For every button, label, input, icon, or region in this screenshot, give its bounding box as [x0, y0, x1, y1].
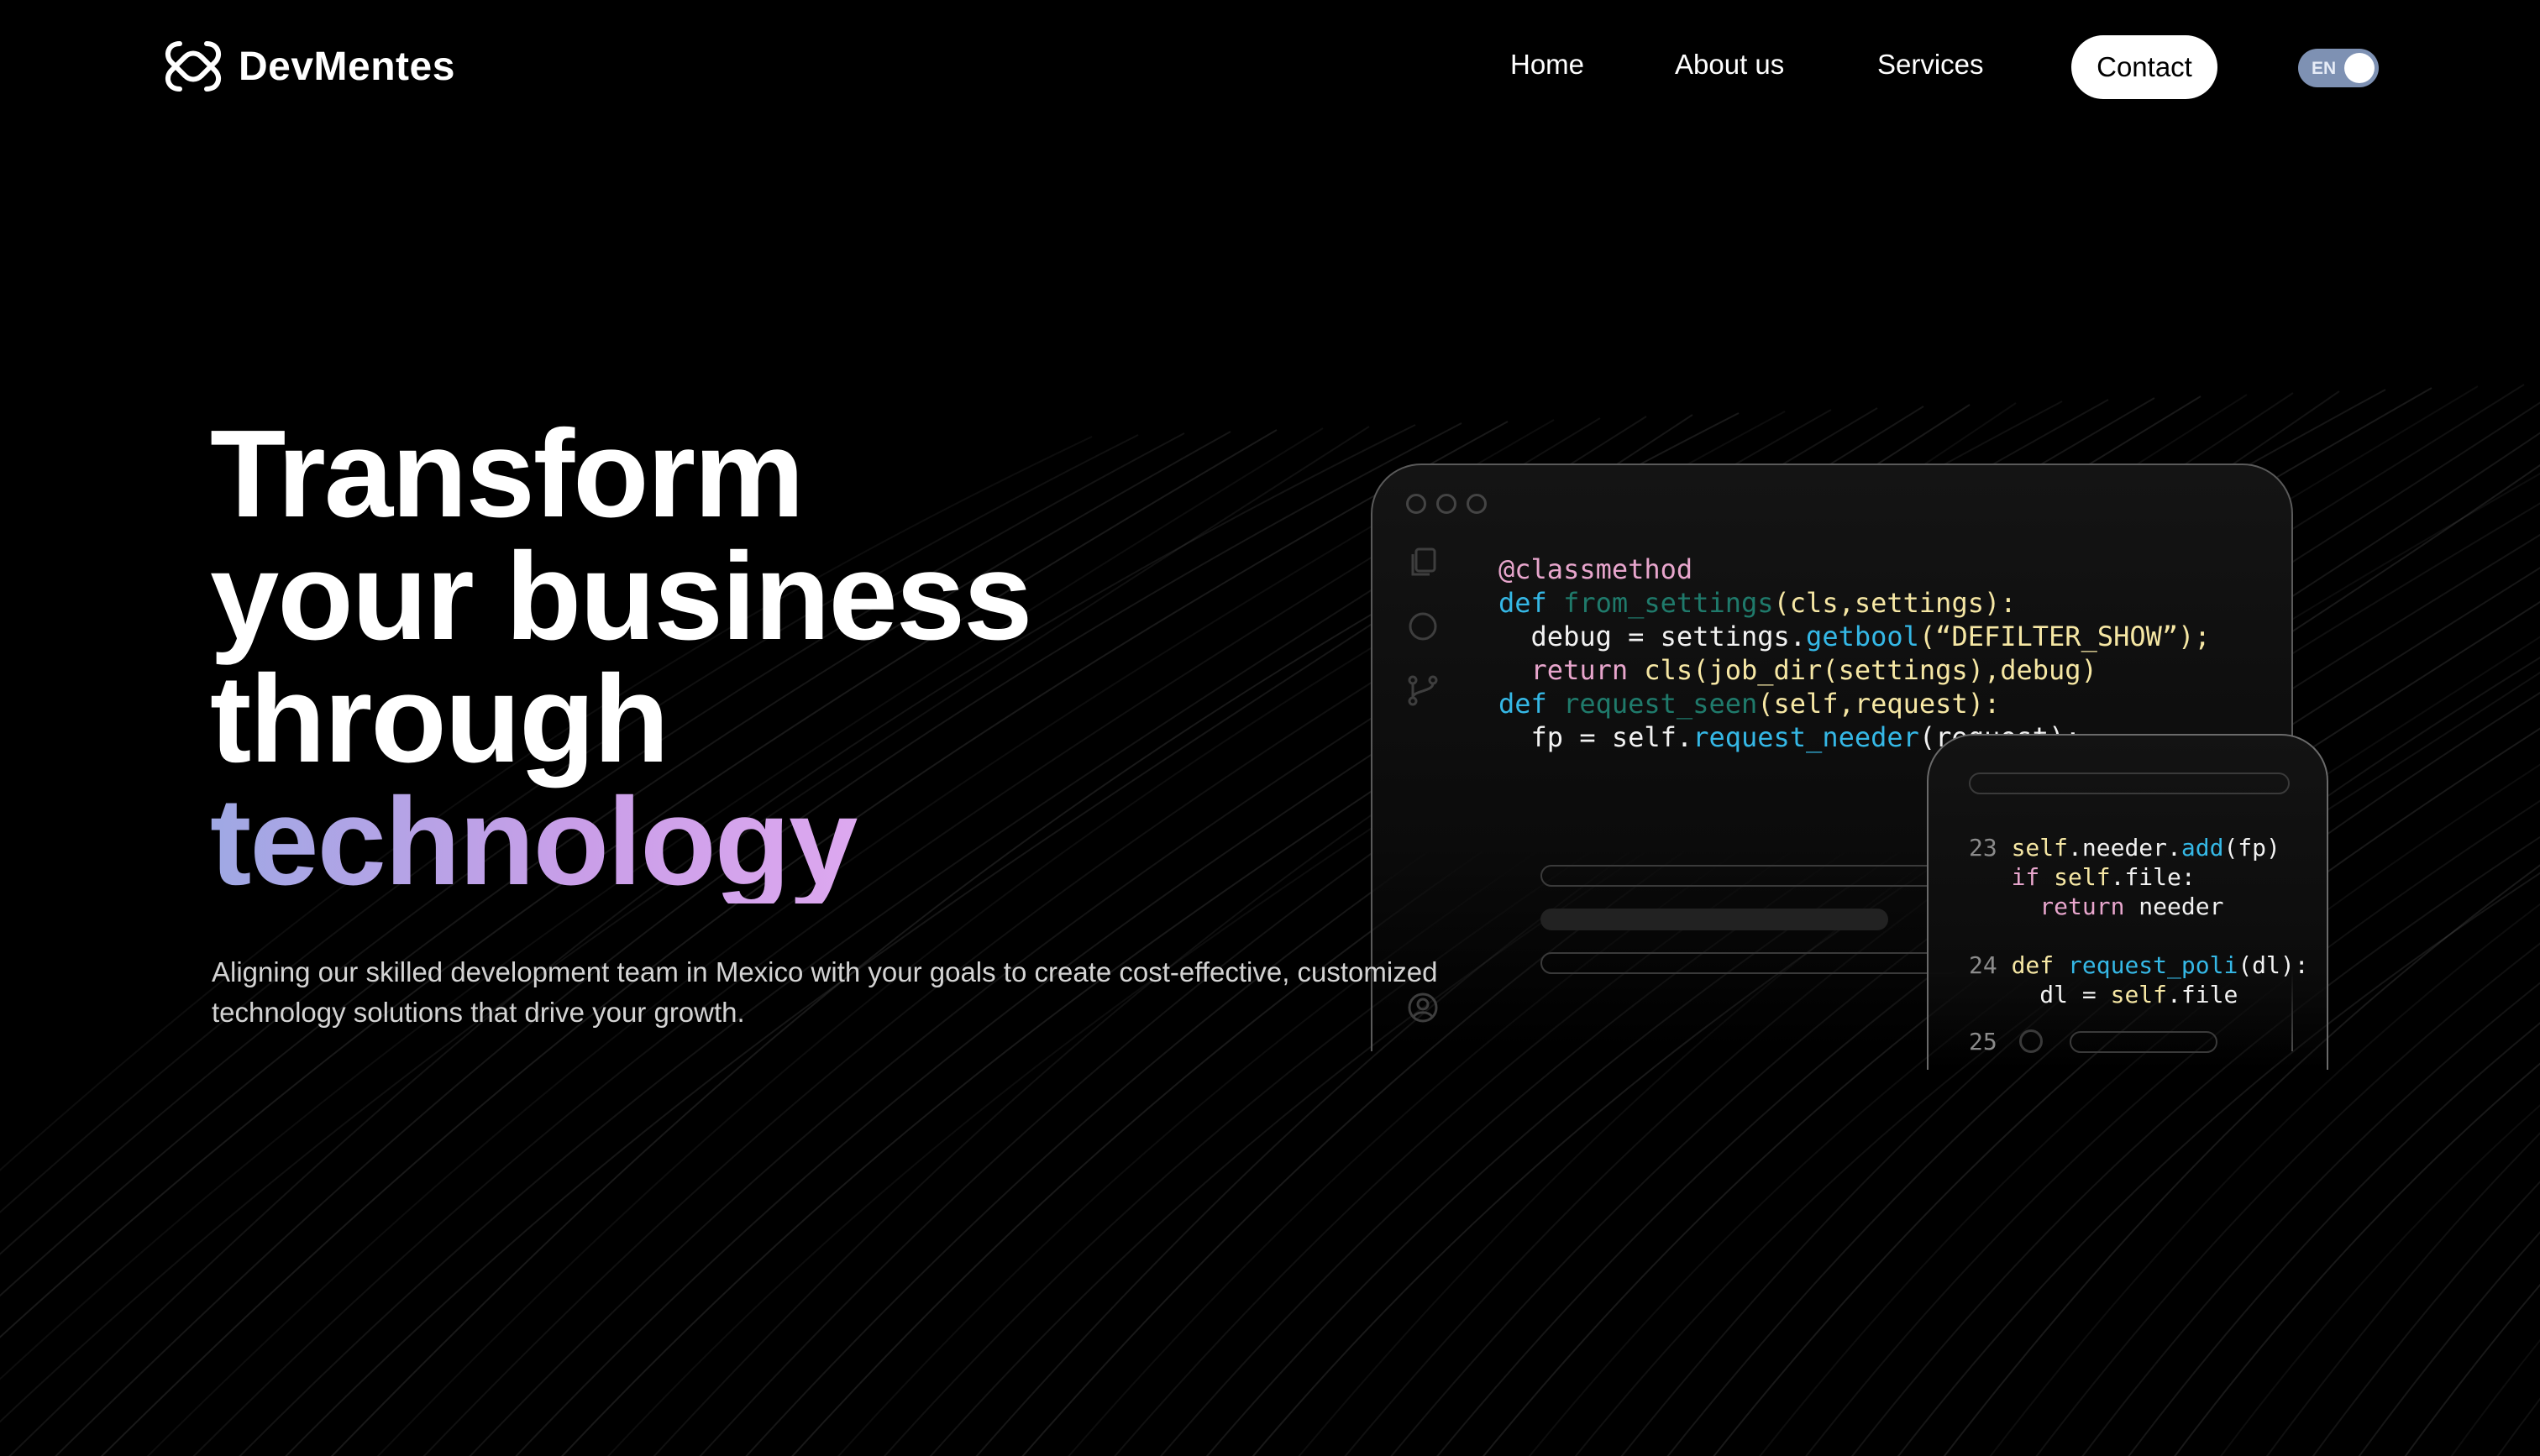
hero-title-highlight: technology — [210, 780, 1031, 904]
window-dot — [1406, 494, 1426, 514]
code-string: (“DEFILTER_SHOW”); — [1918, 621, 2211, 652]
code-self: self — [2054, 863, 2111, 891]
hero-subtitle: Aligning our skilled development team in… — [212, 956, 1438, 1028]
code-keyword: return — [2039, 893, 2125, 920]
line-number: 23 — [1969, 834, 1997, 862]
hero-title-line: your business — [210, 527, 1032, 666]
code-self: self — [2011, 834, 2069, 862]
contact-button[interactable]: Contact — [2071, 35, 2217, 99]
files-icon — [1411, 547, 1436, 576]
hero-title: Transform your business through technolo… — [210, 405, 1032, 904]
code-line: dl = — [2039, 981, 2111, 1008]
code-method: add — [2181, 834, 2224, 862]
code-line: needer — [2124, 893, 2224, 920]
logo-knot-icon — [165, 41, 222, 92]
git-branch-icon — [1408, 675, 1438, 706]
code-line: debug = settings. — [1498, 621, 1807, 652]
brand-logo[interactable]: DevMentes — [160, 37, 455, 96]
code-block-secondary: 23 self.needer.add(fp) if self.file: ret… — [1969, 833, 2309, 1009]
top-navigation: DevMentes Home About us Services Contact… — [0, 0, 2540, 134]
placeholder-line — [1540, 865, 1960, 887]
line-number: 24 — [1969, 951, 1997, 979]
circle-placeholder — [2019, 1029, 2043, 1053]
window-controls — [1406, 494, 1487, 514]
code-block-main: @classmethod def from_settings(cls,setti… — [1498, 553, 2211, 754]
placeholder-line — [1540, 952, 1960, 974]
code-line: .file — [2167, 981, 2238, 1008]
wave-line — [2404, 1283, 2540, 1456]
mobile-code-window: 23 self.needer.add(fp) if self.file: ret… — [1927, 734, 2328, 1070]
language-label: EN — [2312, 59, 2337, 78]
code-line: fp = self. — [1498, 721, 1693, 753]
hero-title-line: through — [210, 650, 669, 788]
nav-link-services[interactable]: Services — [1877, 49, 1984, 81]
code-keyword: return — [1498, 654, 1645, 686]
code-keyword: def — [1498, 688, 1564, 720]
code-method: request_needer — [1692, 721, 1919, 753]
code-method: getbool — [1806, 621, 1919, 652]
code-call: (fp) — [2223, 834, 2280, 862]
nav-link-home[interactable]: Home — [1510, 49, 1584, 81]
code-line: .file: — [2110, 863, 2196, 891]
line-number: 25 — [1969, 1028, 1997, 1055]
search-bar-placeholder — [1969, 773, 2290, 794]
window-dot — [1436, 494, 1456, 514]
code-line: .needer. — [2068, 834, 2181, 862]
code-keyword: def — [2011, 951, 2069, 979]
code-self: self — [2110, 981, 2168, 1008]
hero-title-line: Transform — [210, 405, 805, 543]
nav-link-about-us[interactable]: About us — [1675, 49, 1784, 81]
wave-line — [2358, 1231, 2540, 1456]
language-toggle[interactable]: EN — [2298, 49, 2379, 87]
placeholder-line — [2070, 1031, 2217, 1053]
code-function-name: request_poli — [2068, 951, 2238, 979]
code-keyword: if — [2011, 863, 2055, 891]
code-params: (cls,settings): — [1773, 587, 2017, 619]
search-icon — [1409, 612, 1437, 641]
code-call: cls(job_dir(settings),debug) — [1644, 654, 2097, 686]
brand-name: DevMentes — [239, 44, 455, 89]
code-keyword: def — [1498, 587, 1564, 619]
placeholder-line — [1540, 909, 1888, 930]
code-function-name: from_settings — [1563, 587, 1774, 619]
toggle-knob — [2344, 53, 2375, 83]
code-function-name: request_seen — [1563, 688, 1758, 720]
code-params: (self,request): — [1757, 688, 2001, 720]
code-line: @classmethod — [1498, 553, 1693, 585]
window-dot — [1467, 494, 1487, 514]
code-params: (dl): — [2238, 951, 2309, 979]
